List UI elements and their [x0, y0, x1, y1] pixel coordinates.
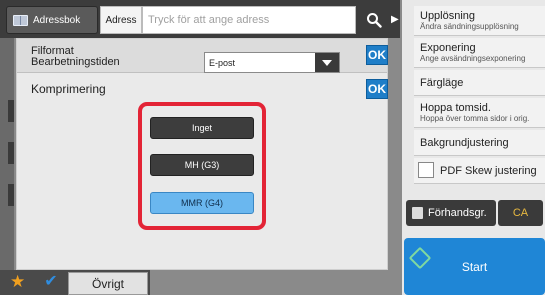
chevron-down-icon[interactable] [315, 53, 339, 72]
address-book-icon [13, 14, 28, 26]
color-mode-title: Färgläge [420, 77, 464, 89]
pdf-skew-checkbox[interactable] [418, 162, 434, 178]
strip-tab [8, 142, 14, 164]
pdf-skew-title: PDF Skew justering [440, 165, 537, 177]
strip-tab [8, 100, 14, 122]
resolution-item[interactable]: Upplösning Ändra sändningsupplösning [414, 6, 545, 36]
strip-tab [8, 184, 14, 206]
preview-button[interactable]: Förhandsgr. [406, 200, 496, 226]
file-format-ok-button[interactable]: OK [366, 45, 388, 65]
expand-arrow-icon[interactable]: ▶ [391, 14, 401, 28]
file-format-label-line2: Bearbetningstiden [31, 56, 120, 68]
search-button[interactable] [358, 6, 390, 34]
search-icon [367, 13, 382, 28]
start-button[interactable]: Start [404, 238, 545, 295]
address-book-button[interactable]: Adressbok [6, 6, 98, 34]
ca-button[interactable]: CA [498, 200, 543, 226]
file-format-row: Filformat Bearbetningstiden E-post [17, 39, 387, 73]
other-button[interactable]: Övrigt [68, 272, 148, 295]
star-icon[interactable]: ★ [10, 273, 28, 291]
color-mode-item[interactable]: Färgläge [414, 70, 545, 96]
background-adjust-title: Bakgrundjustering [420, 137, 509, 149]
skip-blank-title: Hoppa tomsid. [420, 102, 491, 114]
file-format-label: Filformat Bearbetningstiden [31, 46, 120, 68]
file-format-select[interactable]: E-post [204, 52, 340, 73]
resolution-subtitle: Ändra sändningsupplösning [420, 22, 519, 31]
option-mh-g3-button[interactable]: MH (G3) [150, 154, 254, 176]
address-book-label: Adressbok [33, 14, 81, 26]
background-adjust-item[interactable]: Bakgrundjustering [414, 130, 545, 156]
compression-label: Komprimering [31, 82, 106, 96]
option-mmr-g4-button[interactable]: MMR (G4) [150, 192, 254, 214]
resolution-title: Upplösning [420, 10, 476, 22]
skip-blank-item[interactable]: Hoppa tomsid. Hoppa över tomma sidor i o… [414, 98, 545, 128]
address-label: Adress [100, 6, 142, 34]
skip-blank-subtitle: Hoppa över tomma sidor i orig. [420, 114, 530, 123]
start-label: Start [461, 259, 488, 274]
exposure-title: Exponering [420, 42, 476, 54]
preview-icon [412, 207, 423, 219]
compression-ok-button[interactable]: OK [366, 79, 388, 99]
address-input[interactable]: Tryck för att ange adress [142, 6, 356, 34]
exposure-subtitle: Ange avsändningsexponering [420, 54, 526, 63]
file-format-value: E-post [209, 57, 236, 68]
preview-label: Förhandsgr. [428, 207, 487, 219]
left-side-strip [0, 38, 14, 270]
option-none-button[interactable]: Inget [150, 117, 254, 139]
exposure-item[interactable]: Exponering Ange avsändningsexponering [414, 38, 545, 68]
checkmark-icon[interactable]: ✔ [40, 272, 62, 292]
